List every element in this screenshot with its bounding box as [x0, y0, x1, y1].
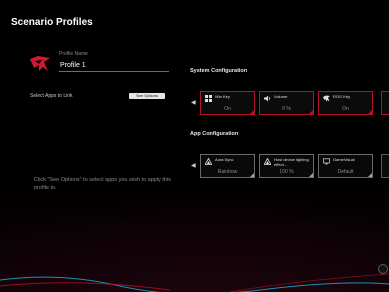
windows-icon: [205, 95, 212, 102]
card-value: Rainbow: [217, 169, 238, 175]
rog-key-icon: [323, 95, 330, 102]
card-corner-marker: [309, 110, 313, 114]
card-value: 100 %: [279, 169, 294, 175]
card-title: Win Key: [215, 94, 230, 99]
scroll-action-button[interactable]: [378, 264, 388, 274]
scenario-profiles-window: Scenario Profiles Profile Name Profile 1…: [0, 0, 389, 292]
system-config-prev-arrow-icon[interactable]: ◀: [191, 100, 197, 106]
app-card-partial[interactable]: [381, 154, 389, 178]
app-card-gamevisual[interactable]: GameVisual Default: [318, 154, 373, 178]
system-card-rog-key[interactable]: ROG Key On: [318, 91, 373, 115]
profile-name-label: Profile Name: [59, 51, 88, 57]
card-corner-marker: [368, 173, 372, 177]
select-apps-hint: Click "See Options" to select apps you w…: [34, 177, 171, 191]
card-value: 0 %: [282, 106, 291, 112]
decorative-bottom-lines: [0, 273, 389, 292]
profile-name-input[interactable]: Profile 1: [59, 59, 169, 72]
card-value: On: [224, 106, 231, 112]
see-options-button[interactable]: See Options: [129, 93, 165, 99]
system-configuration-title: System Configuration: [190, 68, 248, 74]
card-value: Default: [337, 169, 354, 175]
app-config-prev-arrow-icon[interactable]: ◀: [191, 163, 197, 169]
page-title: Scenario Profiles: [11, 17, 93, 28]
card-value: On: [342, 106, 349, 112]
gamevisual-icon: [323, 158, 330, 165]
card-corner-marker: [250, 173, 254, 177]
card-title: Host device lighting effect...: [274, 157, 309, 167]
card-title: Aura Sync: [215, 157, 234, 162]
aura-icon: [264, 158, 271, 165]
system-card-win-key[interactable]: Win Key On: [200, 91, 255, 115]
rog-profile-icon: [30, 56, 50, 71]
card-corner-marker: [250, 110, 254, 114]
card-corner-marker: [368, 110, 372, 114]
app-card-host-lighting[interactable]: Host device lighting effect... 100 %: [259, 154, 314, 178]
volume-icon: [264, 95, 271, 102]
app-card-aura-sync[interactable]: Aura Sync Rainbow: [200, 154, 255, 178]
card-title: Volume: [274, 94, 288, 99]
app-configuration-title: App Configuration: [190, 131, 239, 137]
aura-icon: [205, 158, 212, 165]
select-apps-label: Select Apps to Link: [30, 93, 73, 99]
system-card-volume[interactable]: Volume 0 %: [259, 91, 314, 115]
card-corner-marker: [309, 173, 313, 177]
card-title: GameVisual: [333, 157, 355, 162]
card-title: ROG Key: [333, 94, 351, 99]
system-card-partial[interactable]: [381, 91, 389, 115]
